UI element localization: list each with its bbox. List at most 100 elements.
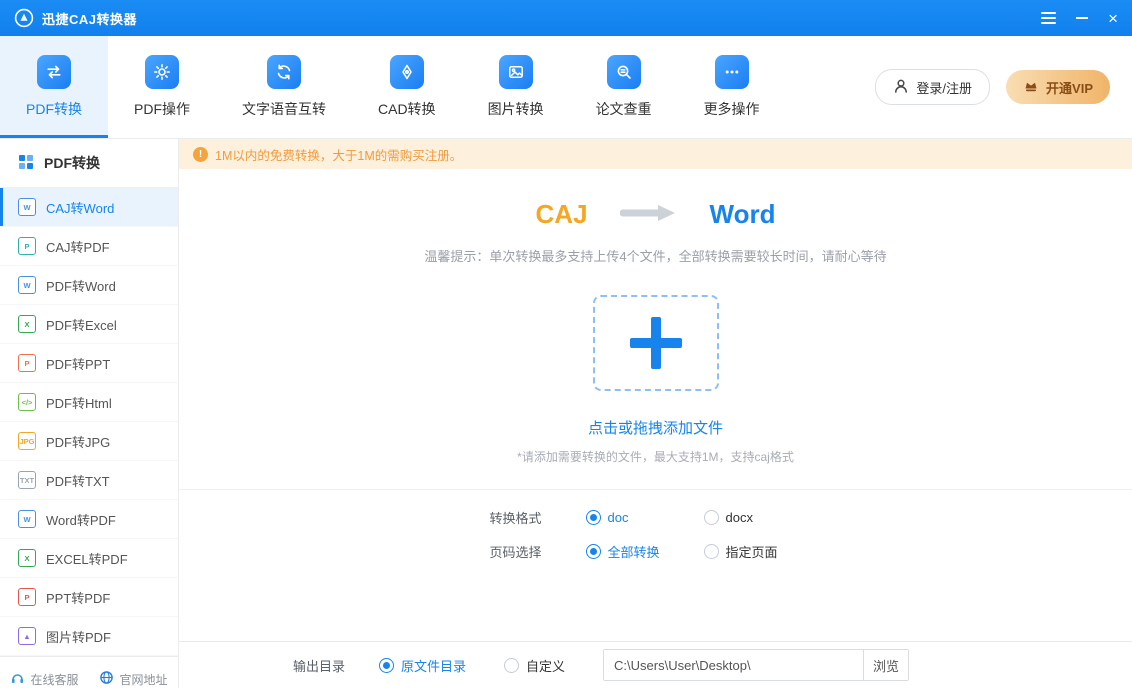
tab-cad-convert[interactable]: CAD转换 — [352, 36, 462, 138]
sidebar-item-ppt-to-pdf[interactable]: P PPT转PDF — [0, 578, 178, 617]
sidebar: PDF转换 W CAJ转Word P CAJ转PDF W PDF转Word X … — [0, 139, 179, 688]
html-file-icon: </> — [18, 393, 36, 411]
tab-pdf-convert[interactable]: PDF转换 — [0, 36, 108, 138]
sidebar-item-pdf-to-excel[interactable]: X PDF转Excel — [0, 305, 178, 344]
sidebar-item-label: PDF转Html — [46, 393, 112, 412]
tab-label: CAD转换 — [378, 99, 436, 119]
conversion-hero: CAJ Word — [179, 199, 1132, 230]
arrow-right-icon — [620, 199, 678, 230]
online-support-label: 在线客服 — [30, 671, 78, 688]
radio-dot — [379, 658, 394, 673]
dropzone-label[interactable]: 点击或拖拽添加文件 — [179, 417, 1132, 438]
ppt-file-icon: P — [18, 354, 36, 372]
pdf-file-icon: P — [18, 237, 36, 255]
radio-doc[interactable]: doc — [586, 510, 704, 525]
radio-custom-folder[interactable]: 自定义 — [504, 656, 565, 675]
warning-icon: ! — [193, 147, 208, 162]
person-icon — [893, 78, 909, 97]
sidebar-item-image-to-pdf[interactable]: ▲ 图片转PDF — [0, 617, 178, 656]
txt-file-icon: TXT — [18, 471, 36, 489]
sidebar-item-excel-to-pdf[interactable]: X EXCEL转PDF — [0, 539, 178, 578]
tab-paper-check[interactable]: 论文查重 — [570, 36, 678, 138]
close-button[interactable]: × — [1108, 10, 1118, 27]
browse-button[interactable]: 浏览 — [863, 650, 908, 680]
minimize-button[interactable] — [1076, 17, 1088, 19]
radio-doc-label: doc — [608, 510, 629, 525]
sidebar-section-header: PDF转换 — [0, 139, 178, 188]
radio-specified-pages-label: 指定页面 — [726, 542, 778, 561]
menu-button[interactable] — [1041, 12, 1056, 24]
app-logo-icon — [14, 8, 34, 28]
target-format-label: Word — [710, 199, 776, 230]
radio-dot — [586, 510, 601, 525]
online-support-link[interactable]: 在线客服 — [0, 670, 89, 688]
vip-label: 开通VIP — [1046, 78, 1093, 97]
excel-file-icon: X — [18, 315, 36, 333]
image-icon — [499, 55, 533, 89]
radio-all-pages[interactable]: 全部转换 — [586, 542, 704, 561]
toolbar-right: 登录/注册 开通VIP — [875, 36, 1132, 138]
login-label: 登录/注册 — [916, 78, 972, 97]
notice-bar: ! 1M以内的免费转换，大于1M的需购买注册。 — [179, 139, 1132, 169]
sidebar-item-caj-to-word[interactable]: W CAJ转Word — [0, 188, 178, 227]
word-file-icon: W — [18, 198, 36, 216]
sidebar-item-pdf-to-ppt[interactable]: P PDF转PPT — [0, 344, 178, 383]
official-site-link[interactable]: 官网地址 — [89, 670, 178, 688]
output-directory-bar: 输出目录 原文件目录 自定义 浏览 — [179, 641, 1132, 688]
output-path-input[interactable] — [604, 650, 863, 680]
tab-more-operations[interactable]: 更多操作 — [678, 36, 786, 138]
tab-pdf-operations[interactable]: PDF操作 — [108, 36, 216, 138]
cad-icon — [390, 55, 424, 89]
sidebar-item-label: PPT转PDF — [46, 588, 110, 607]
app-title: 迅捷CAJ转换器 — [42, 9, 137, 28]
sidebar-item-label: PDF转JPG — [46, 432, 110, 451]
sidebar-item-pdf-to-html[interactable]: </> PDF转Html — [0, 383, 178, 422]
transfer-icon — [37, 55, 71, 89]
radio-dot — [704, 510, 719, 525]
text-speech-icon — [267, 55, 301, 89]
gear-icon — [145, 55, 179, 89]
radio-original-folder-label: 原文件目录 — [401, 656, 466, 675]
radio-docx[interactable]: docx — [704, 510, 822, 525]
open-vip-button[interactable]: 开通VIP — [1006, 70, 1110, 104]
radio-original-folder[interactable]: 原文件目录 — [379, 656, 466, 675]
pages-label: 页码选择 — [489, 542, 541, 561]
login-register-button[interactable]: 登录/注册 — [875, 69, 990, 105]
sidebar-footer: 在线客服 官网地址 — [0, 656, 178, 688]
tab-image-convert[interactable]: 图片转换 — [462, 36, 570, 138]
tab-text-speech-convert[interactable]: 文字语音互转 — [216, 36, 352, 138]
output-directory-label: 输出目录 — [293, 656, 345, 675]
picture-file-icon: ▲ — [18, 627, 36, 645]
sidebar-item-pdf-to-txt[interactable]: TXT PDF转TXT — [0, 461, 178, 500]
word-file-icon: W — [18, 276, 36, 294]
sidebar-item-word-to-pdf[interactable]: W Word转PDF — [0, 500, 178, 539]
tab-label: PDF操作 — [134, 99, 190, 119]
notice-text: 1M以内的免费转换，大于1M的需购买注册。 — [215, 145, 462, 164]
app-window: 迅捷CAJ转换器 × PDF转换 PDF操作 — [0, 0, 1132, 688]
tab-label: PDF转换 — [26, 99, 82, 119]
sidebar-item-pdf-to-jpg[interactable]: JPG PDF转JPG — [0, 422, 178, 461]
sidebar-item-caj-to-pdf[interactable]: P CAJ转PDF — [0, 227, 178, 266]
sidebar-item-pdf-to-word[interactable]: W PDF转Word — [0, 266, 178, 305]
sidebar-header-label: PDF转换 — [44, 153, 100, 173]
more-icon — [715, 55, 749, 89]
sidebar-item-label: CAJ转PDF — [46, 237, 110, 256]
excel-file-icon: X — [18, 549, 36, 567]
plus-icon — [630, 317, 682, 369]
pages-option-row: 页码选择 全部转换 指定页面 — [179, 542, 1132, 561]
radio-specified-pages[interactable]: 指定页面 — [704, 542, 822, 561]
sidebar-item-label: PDF转PPT — [46, 354, 110, 373]
radio-docx-label: docx — [726, 510, 753, 525]
titlebar: 迅捷CAJ转换器 × — [0, 0, 1132, 36]
format-label: 转换格式 — [489, 508, 541, 527]
sidebar-item-label: CAJ转Word — [46, 198, 114, 217]
source-format-label: CAJ — [536, 199, 588, 230]
file-dropzone[interactable] — [593, 295, 719, 391]
radio-custom-folder-label: 自定义 — [526, 656, 565, 675]
tab-label: 更多操作 — [704, 99, 760, 119]
radio-dot — [504, 658, 519, 673]
options-section: 转换格式 doc docx 页码选择 全部转换 — [179, 490, 1132, 576]
output-path-group: 浏览 — [603, 649, 909, 681]
upload-tip-text: 温馨提示：单次转换最多支持上传4个文件，全部转换需要较长时间，请耐心等待 — [179, 246, 1132, 265]
globe-icon — [99, 670, 114, 688]
